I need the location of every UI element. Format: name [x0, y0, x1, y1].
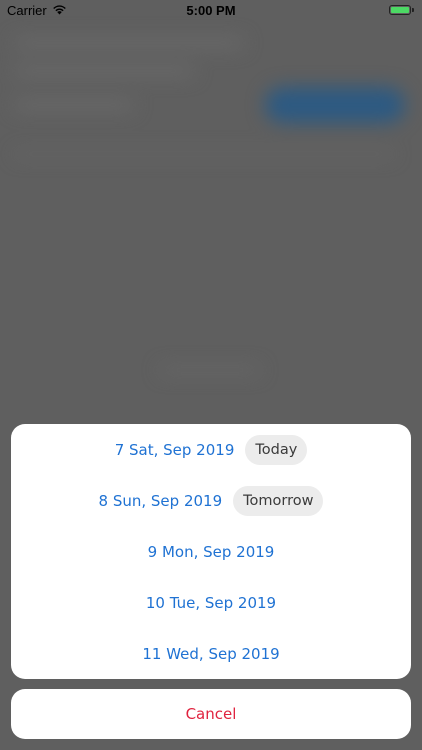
date-option-label: 10 Tue, Sep 2019 — [145, 593, 277, 612]
date-option-3[interactable]: 9 Mon, Sep 2019 — [11, 526, 411, 577]
date-option-2[interactable]: 8 Sun, Sep 2019 Tomorrow — [11, 475, 411, 526]
status-time: 5:00 PM — [186, 3, 236, 18]
battery-fill — [391, 7, 409, 13]
date-action-sheet: 7 Sat, Sep 2019 Today 8 Sun, Sep 2019 To… — [11, 424, 411, 679]
cancel-button[interactable]: Cancel — [11, 689, 411, 739]
date-option-1[interactable]: 7 Sat, Sep 2019 Today — [11, 424, 411, 475]
blurred-line — [14, 66, 194, 76]
status-right — [389, 5, 414, 15]
blurred-divider — [14, 152, 394, 156]
battery-icon — [389, 5, 411, 15]
date-option-label: 7 Sat, Sep 2019 — [114, 440, 235, 459]
status-bar: Carrier 5:00 PM — [0, 0, 422, 22]
date-option-label: 8 Sun, Sep 2019 — [98, 491, 223, 510]
date-option-label: 9 Mon, Sep 2019 — [147, 542, 275, 561]
blurred-line — [160, 367, 260, 373]
blurred-line — [14, 38, 244, 48]
battery-tip — [412, 8, 414, 12]
date-option-4[interactable]: 10 Tue, Sep 2019 — [11, 577, 411, 628]
today-badge: Today — [245, 434, 308, 465]
blurred-button — [265, 87, 405, 123]
tomorrow-badge: Tomorrow — [233, 485, 324, 516]
date-option-5[interactable]: 11 Wed, Sep 2019 — [11, 628, 411, 679]
blurred-line — [14, 100, 134, 110]
date-option-label: 11 Wed, Sep 2019 — [142, 644, 280, 663]
